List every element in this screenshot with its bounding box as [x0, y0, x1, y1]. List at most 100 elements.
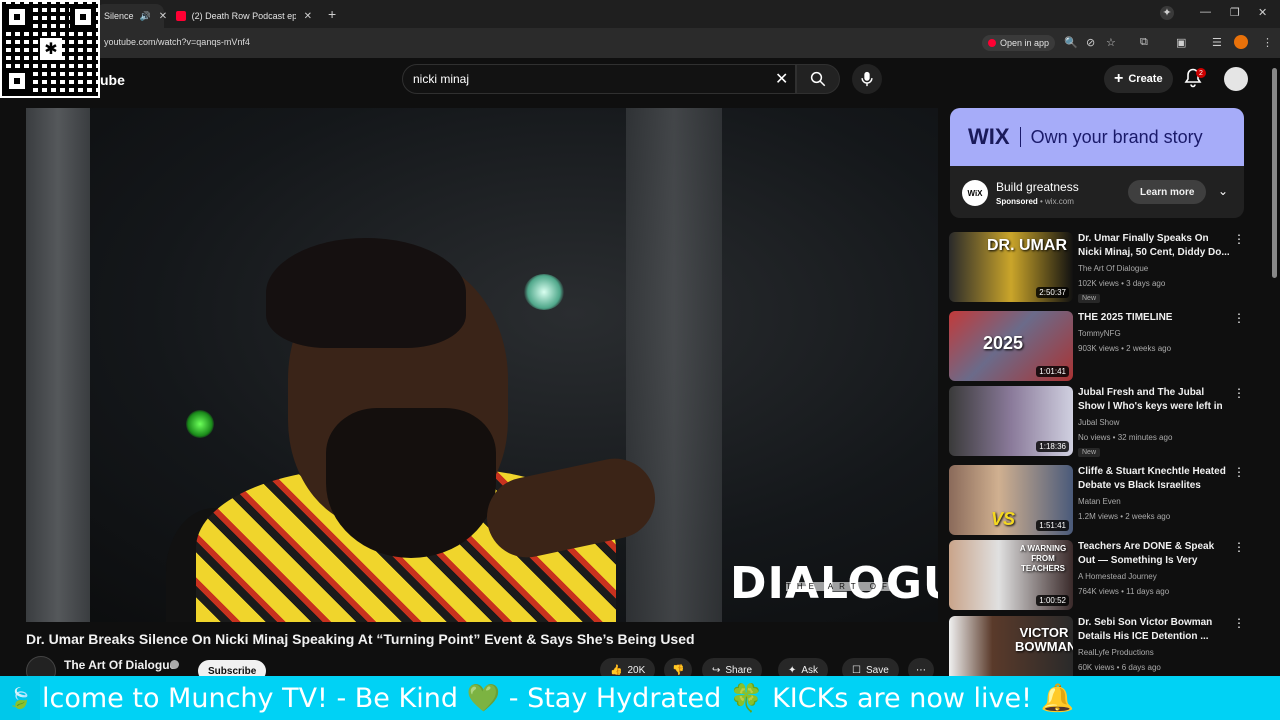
more-options-icon[interactable]: ⋮: [1233, 465, 1245, 479]
qr-center-icon: ✱: [40, 38, 62, 60]
video-thumbnail[interactable]: 1:18:36: [949, 386, 1073, 456]
ad-domain: wix.com: [1045, 197, 1074, 206]
browser-tab-bar: Silence 🔊 ✕ (2) Death Row Podcast ep 13 …: [0, 0, 1280, 28]
reading-list-icon[interactable]: ☰: [1212, 36, 1222, 49]
url-text[interactable]: youtube.com/watch?v=qanqs-mVnf4: [104, 37, 250, 47]
ad-banner[interactable]: WIX Own your brand story: [950, 108, 1244, 166]
recommended-title: Cliffe & Stuart Knechtle Heated Debate v…: [1078, 466, 1226, 491]
minimize-icon[interactable]: —: [1200, 6, 1211, 18]
recommended-meta: No views • 32 minutes ago: [1078, 433, 1173, 442]
video-thumbnail[interactable]: DR. UMAR 2:50:37: [949, 232, 1073, 302]
save-icon: ☐: [852, 664, 861, 676]
tab-label: Silence: [104, 11, 134, 21]
youtube-app-icon: [988, 39, 996, 47]
youtube-favicon-icon: [176, 11, 186, 21]
open-in-app-button[interactable]: Open in app: [982, 35, 1056, 51]
close-window-icon[interactable]: ✕: [1258, 6, 1267, 19]
share-label: Share: [725, 664, 753, 676]
extensions-icon[interactable]: ⧉: [1140, 36, 1148, 49]
youtube-logo[interactable]: ube: [100, 72, 125, 88]
page-scrollbar[interactable]: [1270, 64, 1278, 674]
video-thumbnail[interactable]: 2025 1:01:41: [949, 311, 1073, 381]
plus-icon: +: [1114, 70, 1124, 87]
stream-ticker-overlay: 🍃 lcome to Munchy TV! - Be Kind 💚 - Stay…: [0, 676, 1280, 720]
chevron-down-icon[interactable]: ⌄: [1218, 184, 1228, 198]
recommended-video[interactable]: VS 1:51:41 Cliffe & Stuart Knechtle Heat…: [949, 465, 1249, 537]
create-button[interactable]: + Create: [1104, 65, 1173, 93]
ticker-text: lcome to Munchy TV! - Be Kind 💚 - Stay H…: [42, 683, 1075, 714]
recommended-video[interactable]: DR. UMAR 2:50:37 Dr. Umar Finally Speaks…: [949, 232, 1249, 304]
microphone-icon: [861, 71, 873, 87]
create-label: Create: [1128, 73, 1163, 85]
ad-brand: WIX: [968, 124, 1010, 149]
recommended-meta: 60K views • 6 days ago: [1078, 663, 1161, 672]
qr-code-overlay: ✱: [0, 0, 100, 98]
video-duration: 1:01:41: [1036, 366, 1069, 377]
new-tab-icon[interactable]: +: [328, 6, 336, 22]
more-options-icon[interactable]: ⋮: [1233, 616, 1245, 630]
video-duration: 1:00:52: [1036, 595, 1069, 606]
video-thumbnail[interactable]: VS 1:51:41: [949, 465, 1073, 535]
video-watermark-sub: THE ART OF: [786, 582, 893, 591]
channel-name[interactable]: The Art Of Dialogue: [64, 658, 176, 672]
recommended-title: Dr. Umar Finally Speaks On Nicki Minaj, …: [1078, 233, 1230, 258]
recommended-title: Teachers Are DONE & Speak Out — Somethin…: [1078, 541, 1215, 566]
recommended-channel: TommyNFG: [1078, 329, 1121, 338]
zoom-icon[interactable]: 🔍: [1064, 36, 1078, 49]
split-view-icon[interactable]: ▣: [1176, 36, 1186, 49]
more-options-icon[interactable]: ⋮: [1233, 386, 1245, 400]
video-thumbnail[interactable]: A WARNING FROM TEACHERS 1:00:52: [949, 540, 1073, 610]
recommended-channel: Jubal Show: [1078, 418, 1120, 427]
scrollbar-thumb[interactable]: [1272, 68, 1277, 278]
restore-icon[interactable]: ❐: [1230, 6, 1240, 19]
qr-finder: [4, 68, 30, 94]
sparkle-icon: ✦: [788, 664, 797, 676]
recommended-meta: 903K views • 2 weeks ago: [1078, 344, 1172, 353]
close-tab-icon[interactable]: ✕: [304, 11, 312, 22]
speaker-icon: 🔊: [139, 10, 151, 21]
ad-sponsored-line: Sponsored • wix.com: [996, 197, 1074, 206]
learn-more-button[interactable]: Learn more: [1128, 180, 1207, 204]
browser-tab-active[interactable]: Silence 🔊 ✕: [96, 4, 167, 28]
recommended-video[interactable]: A WARNING FROM TEACHERS 1:00:52 Teachers…: [949, 540, 1249, 612]
bookmark-star-icon[interactable]: ☆: [1106, 36, 1116, 49]
recommended-video[interactable]: 2025 1:01:41 THE 2025 TIMELINE TommyNFG …: [949, 311, 1249, 383]
thumbnail-text: A WARNING FROM TEACHERS: [1019, 544, 1067, 573]
search-input[interactable]: [413, 71, 753, 87]
video-duration: 1:51:41: [1036, 520, 1069, 531]
thumbnail-text: VICTOR BOWMAN: [1015, 625, 1073, 654]
account-avatar[interactable]: [1224, 67, 1248, 91]
recommended-video[interactable]: 1:18:36 Jubal Fresh and The Jubal Show l…: [949, 386, 1249, 458]
ad-title: Build greatness: [996, 180, 1079, 194]
thumbnail-text: VS: [991, 509, 1016, 529]
background-light: [186, 410, 214, 438]
voice-search-button[interactable]: [852, 64, 882, 94]
video-duration: 1:18:36: [1036, 441, 1069, 452]
eye-off-icon[interactable]: ⊘: [1086, 36, 1095, 49]
more-icon: ⋯: [916, 664, 926, 676]
video-player[interactable]: DIALOGUE THE ART OF: [26, 108, 938, 622]
sponsored-ad-card[interactable]: WIX Own your brand story WiX Build great…: [950, 108, 1244, 218]
search-button[interactable]: [796, 64, 840, 94]
close-tab-icon[interactable]: ✕: [159, 11, 167, 22]
extensions-sparkle-icon[interactable]: ✦: [1160, 6, 1174, 20]
more-options-icon[interactable]: ⋮: [1233, 540, 1245, 554]
tab-label: (2) Death Row Podcast ep 13 -: [191, 11, 296, 21]
recommended-title: THE 2025 TIMELINE: [1078, 312, 1173, 323]
background-pillar: [26, 108, 90, 622]
browser-menu-icon[interactable]: ⋮: [1262, 36, 1273, 49]
more-options-icon[interactable]: ⋮: [1233, 232, 1245, 246]
browser-tab[interactable]: (2) Death Row Podcast ep 13 - ✕: [168, 4, 320, 28]
search-box[interactable]: ✕: [402, 64, 796, 94]
ad-sponsored: Sponsored: [996, 197, 1038, 206]
video-duration: 2:50:37: [1036, 287, 1069, 298]
notification-count-badge: 2: [1196, 68, 1206, 78]
recommended-channel: RealLyfe Productions: [1078, 648, 1154, 657]
clear-search-icon[interactable]: ✕: [775, 69, 788, 89]
more-options-icon[interactable]: ⋮: [1233, 311, 1245, 325]
person-beard: [326, 408, 496, 558]
save-label: Save: [865, 664, 889, 676]
browser-profile-avatar[interactable]: [1234, 35, 1248, 49]
ad-divider: [1019, 127, 1021, 147]
address-bar: youtube.com/watch?v=qanqs-mVnf4 Open in …: [0, 28, 1280, 58]
